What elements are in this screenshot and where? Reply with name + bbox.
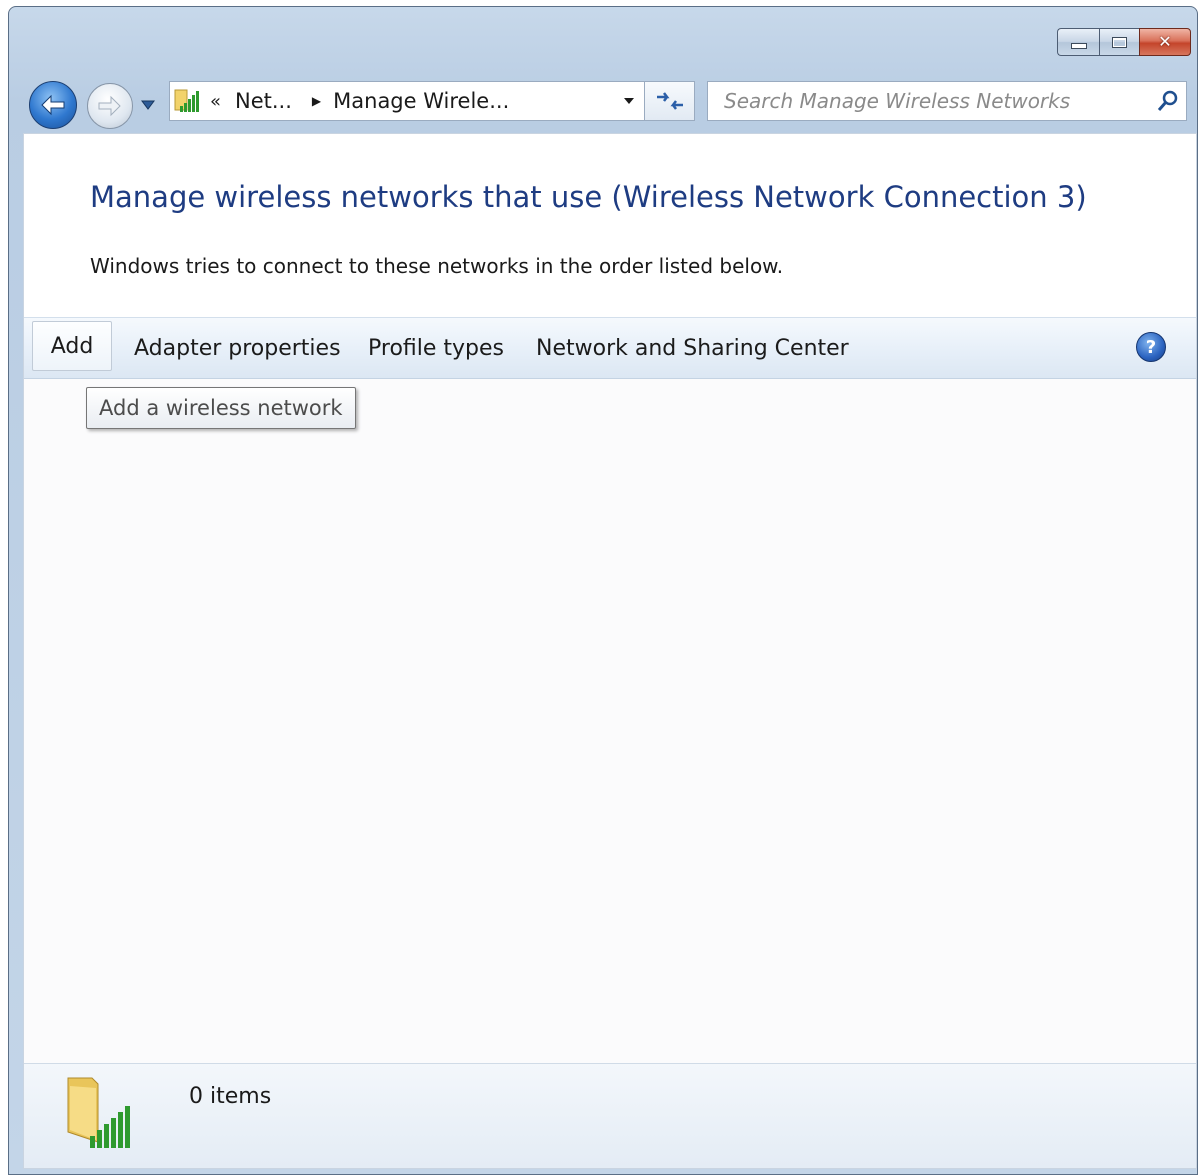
maximize-icon — [1112, 36, 1127, 48]
explorer-window: ✕ « Net... ▶ Manage Wirele... Search Man… — [8, 6, 1198, 1175]
minimize-icon — [1070, 43, 1087, 49]
forward-arrow-icon — [98, 95, 121, 117]
address-bar[interactable]: « Net... ▶ Manage Wirele... — [169, 81, 645, 121]
breadcrumb-item-manage-wireless[interactable]: Manage Wirele... — [333, 89, 509, 113]
page-subtitle: Windows tries to connect to these networ… — [90, 254, 784, 278]
chevron-down-icon — [624, 98, 634, 104]
search-box[interactable] — [707, 81, 1187, 121]
caption-buttons: ✕ — [1057, 28, 1191, 56]
address-history-dropdown[interactable] — [614, 82, 644, 120]
wireless-network-icon — [174, 88, 204, 114]
adapter-properties-button[interactable]: Adapter properties — [134, 318, 341, 378]
command-bar: Add Adapter properties Profile types Net… — [24, 317, 1196, 379]
back-button[interactable] — [29, 81, 77, 129]
forward-button[interactable] — [87, 83, 133, 129]
network-sharing-center-link[interactable]: Network and Sharing Center — [536, 318, 849, 378]
page-title: Manage wireless networks that use (Wirel… — [90, 180, 1087, 214]
profile-types-button[interactable]: Profile types — [368, 318, 504, 378]
details-pane: 0 items — [24, 1063, 1196, 1168]
search-icon[interactable] — [1150, 83, 1186, 119]
breadcrumb-separator-arrow-icon[interactable]: ▶ — [312, 94, 321, 108]
help-icon[interactable]: ? — [1136, 332, 1166, 362]
breadcrumb-overflow-button[interactable]: « — [210, 91, 221, 112]
refresh-icon — [656, 92, 683, 110]
breadcrumb-item-network[interactable]: Net... — [235, 89, 292, 113]
add-button[interactable]: Add — [32, 321, 112, 371]
page-header: Manage wireless networks that use (Wirel… — [24, 134, 1196, 314]
search-input[interactable] — [708, 83, 1150, 119]
network-list[interactable] — [24, 379, 1196, 1065]
back-arrow-icon — [41, 94, 65, 116]
navigation-bar: « Net... ▶ Manage Wirele... — [9, 77, 1197, 131]
minimize-button[interactable] — [1057, 28, 1099, 56]
refresh-button[interactable] — [645, 81, 695, 121]
chevron-down-icon — [141, 100, 155, 110]
wireless-folder-icon — [62, 1072, 152, 1156]
add-tooltip: Add a wireless network — [86, 387, 356, 429]
close-button[interactable]: ✕ — [1139, 28, 1191, 56]
close-icon: ✕ — [1158, 32, 1172, 51]
item-count: 0 items — [189, 1084, 272, 1109]
content-pane: Manage wireless networks that use (Wirel… — [23, 133, 1197, 1169]
maximize-button[interactable] — [1099, 28, 1139, 56]
recent-pages-button[interactable] — [140, 98, 156, 112]
